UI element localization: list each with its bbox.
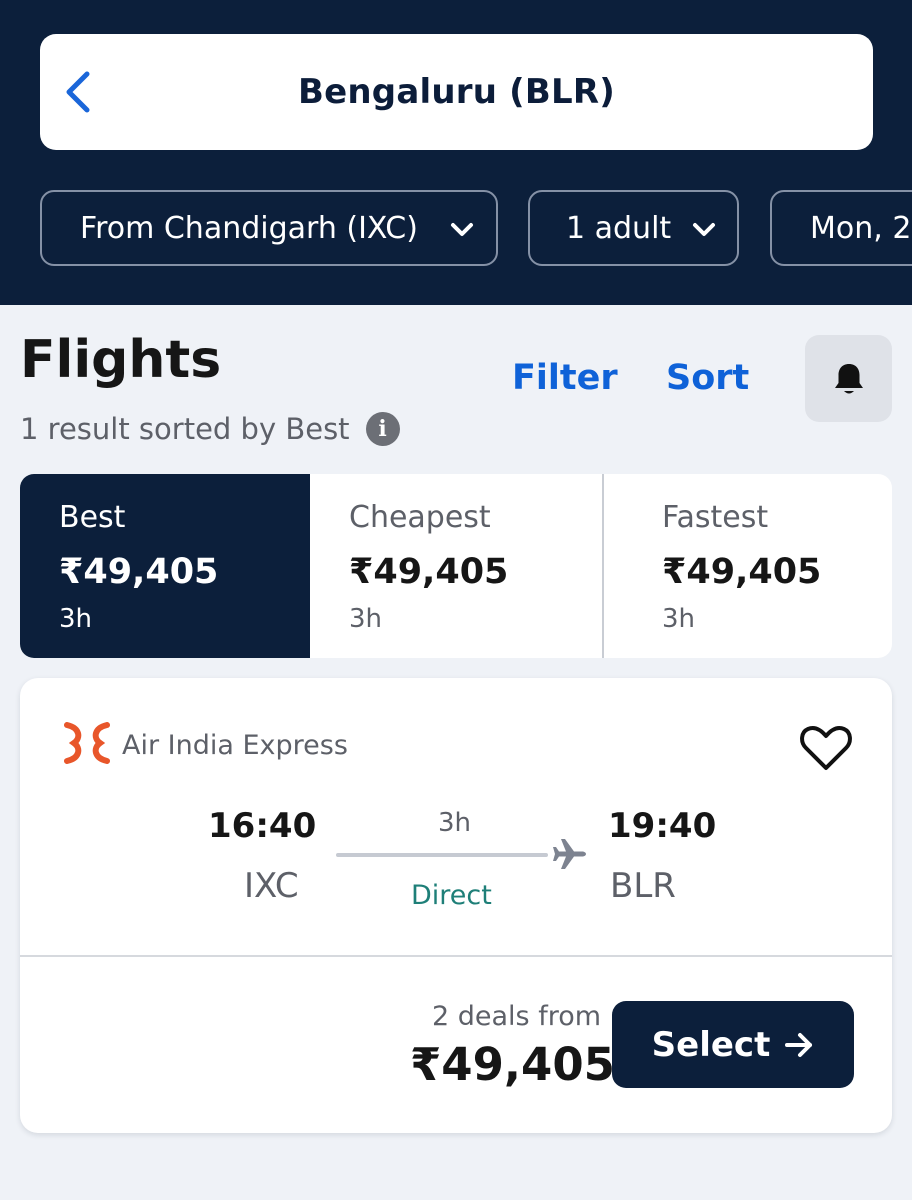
info-icon[interactable]: i [365,412,400,446]
chevron-down-icon [451,223,473,236]
bell-icon [834,363,863,393]
departure-time: 16:40 [208,806,317,846]
origin-filter-label: From Chandigarh (IXC) [80,210,418,246]
results-summary: 1 result sorted by Best i [20,412,400,446]
arrow-right-icon [785,1032,813,1057]
origin-filter-chip[interactable]: From Chandigarh (IXC) [40,190,498,266]
tab-best[interactable]: Best ₹49,405 3h [20,474,310,658]
tab-duration: 3h [349,604,383,634]
tab-name: Fastest [662,500,769,535]
page-title: Flights [20,330,222,390]
plane-icon [553,839,586,869]
arrival-airport-code: BLR [610,866,676,906]
tab-price: ₹49,405 [662,552,822,592]
chevron-down-icon [693,223,715,236]
back-button[interactable] [52,60,104,124]
heart-icon [800,725,852,770]
date-label: Mon, 27 [810,210,912,246]
flight-duration: 3h [438,808,472,838]
tab-name: Cheapest [349,500,491,535]
top-header: Bengaluru (BLR) From Chandigarh (IXC) 1 … [0,0,912,305]
results-summary-text: 1 result sorted by Best [20,412,350,446]
back-chevron-icon [66,71,90,113]
select-button-label: Select [651,1024,771,1065]
stops-label: Direct [411,880,492,911]
flight-result-card[interactable]: Air India Express 16:40 IXC 3h Direct 19… [20,678,892,1133]
sort-button[interactable]: Sort [666,358,749,398]
tab-price: ₹49,405 [349,552,509,592]
sort-tabs: Best ₹49,405 3h Cheapest ₹49,405 3h Fast… [20,474,892,658]
destination-title: Bengaluru (BLR) [298,72,615,112]
price-alert-button[interactable] [805,335,892,422]
tab-cheapest[interactable]: Cheapest ₹49,405 3h [310,474,602,658]
date-chip[interactable]: Mon, 27 [770,190,912,266]
tab-duration: 3h [662,604,696,634]
filter-button[interactable]: Filter [512,358,618,398]
tab-name: Best [59,500,126,535]
airline-logo-icon [64,722,110,764]
passengers-chip[interactable]: 1 adult [528,190,739,266]
passengers-label: 1 adult [566,210,672,246]
route-line [336,853,548,857]
card-divider [20,955,892,957]
flight-price: ₹49,405 [410,1038,615,1091]
tab-price: ₹49,405 [59,552,219,592]
save-flight-button[interactable] [798,722,854,774]
destination-search-box[interactable]: Bengaluru (BLR) [40,34,873,150]
airline-name: Air India Express [122,730,348,761]
deals-count: 2 deals from [432,1001,602,1032]
departure-airport-code: IXC [244,866,299,906]
tab-fastest[interactable]: Fastest ₹49,405 3h [604,474,892,658]
select-button[interactable]: Select [612,1001,854,1088]
arrival-time: 19:40 [608,806,717,846]
tab-duration: 3h [59,604,93,634]
